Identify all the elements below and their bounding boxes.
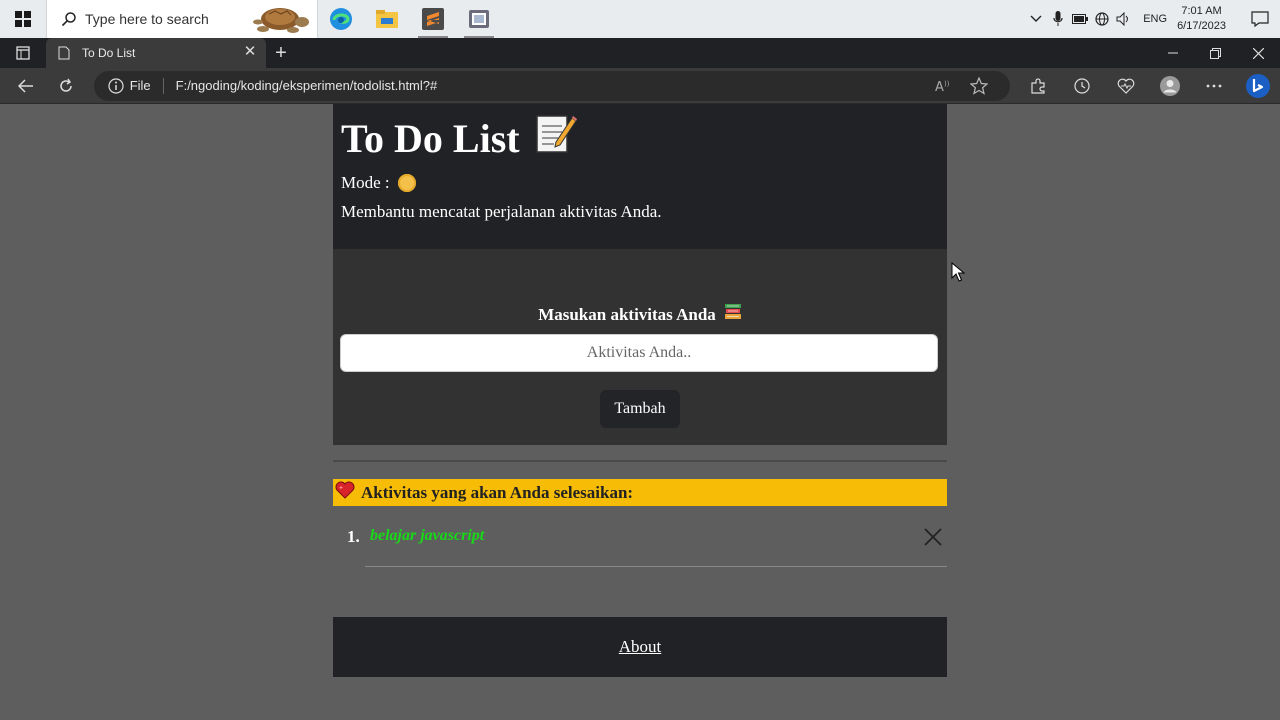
windows-logo-icon: [15, 11, 31, 27]
new-tab-button[interactable]: +: [266, 38, 296, 68]
item-number: 1.: [347, 527, 360, 546]
list-heading: Aktivitas yang akan Anda selesaikan:: [361, 482, 634, 502]
history-icon[interactable]: [1060, 68, 1104, 104]
browser-tools: [1016, 68, 1280, 104]
microphone-icon[interactable]: [1047, 0, 1069, 38]
turtle-illustration-icon: [249, 2, 311, 41]
form-label-wrap: Masukan aktivitas Anda: [333, 303, 947, 326]
page-description: Membantu mencatat perjalanan aktivitas A…: [341, 202, 662, 221]
list-heading-bar: Aktivitas yang akan Anda selesaikan:: [333, 479, 947, 506]
extensions-icon[interactable]: [1016, 68, 1060, 104]
mouse-cursor-icon: [951, 261, 966, 287]
browser-essentials-icon[interactable]: [1104, 68, 1148, 104]
add-activity-form: Masukan aktivitas Anda Tambah: [333, 249, 947, 445]
form-label: Masukan aktivitas Anda: [538, 304, 716, 324]
item-underline: [365, 566, 947, 567]
heart-icon: [335, 481, 355, 504]
network-globe-icon[interactable]: [1091, 0, 1113, 38]
favorite-star-icon[interactable]: [969, 75, 989, 100]
svg-text:)): )): [944, 80, 950, 88]
page-title: To Do List: [341, 115, 520, 161]
file-explorer-taskbar-icon[interactable]: [364, 0, 410, 38]
browser-tab-strip: To Do List ✕ +: [0, 38, 1280, 68]
url-separator: [162, 77, 164, 94]
window-controls: [1151, 38, 1280, 68]
back-button[interactable]: [6, 68, 46, 104]
start-button[interactable]: [0, 0, 46, 38]
system-tray: ENG 7:01 AM 6/17/2023: [1025, 0, 1280, 38]
search-icon: [59, 9, 79, 29]
todo-app: To Do List Mode : Membantu mencatat perj…: [333, 104, 947, 677]
minimize-button[interactable]: [1151, 38, 1194, 68]
about-link[interactable]: About: [619, 637, 662, 657]
item-text[interactable]: belajar javascript: [370, 527, 484, 545]
tab-actions-button[interactable]: [0, 38, 46, 68]
memo-icon: [534, 112, 578, 165]
volume-icon[interactable]: [1113, 0, 1135, 38]
info-icon[interactable]: [108, 77, 124, 94]
read-aloud-icon[interactable]: A)): [934, 77, 952, 100]
svg-text:A: A: [935, 80, 944, 95]
more-options-icon[interactable]: [1192, 68, 1236, 104]
page-icon: [58, 46, 72, 60]
edge-taskbar-icon[interactable]: [318, 0, 364, 38]
add-button[interactable]: Tambah: [600, 390, 680, 428]
mode-label: Mode :: [341, 173, 390, 192]
app-header: To Do List Mode : Membantu mencatat perj…: [333, 104, 947, 249]
section-divider: [333, 460, 947, 462]
windows-taskbar: Type here to search ENG 7:01 AM 6/17/202…: [0, 0, 1280, 38]
search-placeholder: Type here to search: [85, 11, 209, 27]
list-item: 1. belajar javascript: [333, 522, 947, 567]
address-bar[interactable]: File F:/ngoding/koding/eksperimen/todoli…: [93, 70, 1010, 101]
mode-toggle-row: Mode :: [341, 173, 416, 193]
restore-button[interactable]: [1194, 38, 1237, 68]
taskbar-clock[interactable]: 7:01 AM 6/17/2023: [1177, 4, 1226, 34]
notification-icon[interactable]: [1240, 0, 1280, 38]
app-footer: About: [333, 617, 947, 677]
close-window-button[interactable]: [1237, 38, 1280, 68]
clock-date: 6/17/2023: [1177, 20, 1226, 32]
tab-to-do-list[interactable]: To Do List ✕: [46, 38, 266, 68]
books-icon: [724, 303, 742, 326]
clock-time: 7:01 AM: [1181, 5, 1222, 17]
close-tab-icon[interactable]: ✕: [242, 44, 258, 60]
url-scheme-label: File: [129, 78, 151, 93]
language-indicator[interactable]: ENG: [1143, 13, 1167, 25]
battery-icon[interactable]: [1069, 0, 1091, 38]
url-text[interactable]: F:/ngoding/koding/eksperimen/todolist.ht…: [176, 78, 438, 93]
activity-input[interactable]: [340, 334, 938, 372]
profile-avatar-icon[interactable]: [1148, 68, 1192, 104]
chevron-up-icon[interactable]: [1025, 0, 1047, 38]
bing-copilot-icon[interactable]: [1236, 68, 1280, 104]
taskbar-search-box[interactable]: Type here to search: [46, 0, 318, 38]
refresh-button[interactable]: [46, 68, 86, 104]
screen-recorder-taskbar-icon[interactable]: [456, 0, 502, 38]
tab-title: To Do List: [82, 46, 136, 60]
sun-mode-icon[interactable]: [397, 174, 416, 192]
browser-toolbar: File F:/ngoding/koding/eksperimen/todoli…: [0, 68, 1280, 104]
sublime-text-taskbar-icon[interactable]: [410, 0, 456, 38]
delete-item-icon[interactable]: [921, 525, 945, 549]
page-title-wrap: To Do List: [341, 112, 578, 165]
